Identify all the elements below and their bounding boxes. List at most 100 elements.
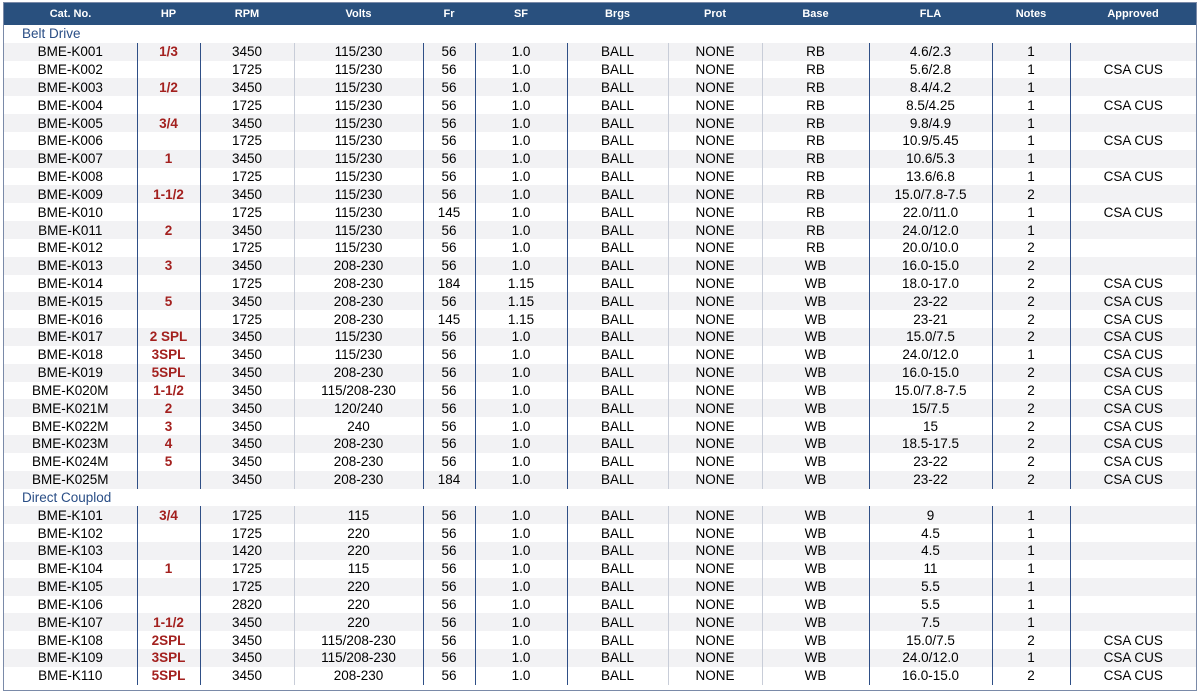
sf-cell: 1.0 bbox=[474, 238, 567, 257]
cat-no-cell: BME-K010 bbox=[4, 203, 137, 222]
fla-cell: 13.6/6.8 bbox=[868, 167, 992, 186]
table-row: BME-K006 1725 115/230 56 1.0 BALL NONE RB 10.9/5… bbox=[4, 131, 1196, 150]
base-cell: WB bbox=[761, 417, 869, 436]
rpm-cell: 3450 bbox=[199, 452, 294, 471]
notes-cell: 1 bbox=[991, 506, 1070, 525]
brgs-cell: BALL bbox=[566, 238, 668, 257]
notes-cell: 2 bbox=[991, 399, 1070, 418]
hp-cell bbox=[136, 524, 200, 543]
table-row: BME-K020M 1-1/2 3450 115/208-230 56 1.0 BALL NO… bbox=[4, 381, 1196, 400]
column-header-fla: FLA bbox=[869, 3, 992, 25]
cat-no-cell: BME-K013 bbox=[4, 256, 137, 275]
table-row: BME-K016 1725 208-230 145 1.15 BALL NONE WB 23-2… bbox=[4, 310, 1196, 329]
notes-cell: 1 bbox=[991, 221, 1070, 239]
fla-cell: 18.0-17.0 bbox=[868, 274, 992, 293]
prot-cell: NONE bbox=[667, 417, 762, 436]
approved-cell bbox=[1069, 524, 1196, 543]
fla-cell: 24.0/12.0 bbox=[868, 345, 992, 364]
fr-cell: 56 bbox=[422, 96, 475, 115]
fr-cell: 56 bbox=[422, 238, 475, 257]
fr-cell: 145 bbox=[422, 203, 475, 222]
brgs-cell: BALL bbox=[566, 470, 668, 489]
cat-no-cell: BME-K108 bbox=[4, 631, 137, 649]
fla-cell: 15.0/7.8-7.5 bbox=[868, 381, 992, 400]
fr-cell: 56 bbox=[422, 631, 475, 649]
base-cell: WB bbox=[761, 363, 869, 382]
volts-cell: 115 bbox=[293, 506, 423, 525]
approved-cell: CSA CUS bbox=[1069, 131, 1196, 150]
brgs-cell: BALL bbox=[566, 417, 668, 436]
cat-no-cell: BME-K101 bbox=[4, 506, 137, 525]
approved-cell: CSA CUS bbox=[1069, 363, 1196, 382]
prot-cell: NONE bbox=[667, 435, 762, 453]
sf-cell: 1.0 bbox=[474, 60, 567, 79]
hp-cell: 1 bbox=[136, 559, 200, 578]
motor-catalog-sheet: Cat. No. HP RPM Volts Fr SF Brgs Prot Base FLA Not… bbox=[3, 2, 1197, 691]
approved-cell: CSA CUS bbox=[1069, 328, 1196, 346]
approved-cell: CSA CUS bbox=[1069, 631, 1196, 649]
brgs-cell: BALL bbox=[566, 78, 668, 97]
cat-no-cell: BME-K007 bbox=[4, 149, 137, 168]
base-cell: WB bbox=[761, 470, 869, 489]
base-cell: RB bbox=[761, 149, 869, 168]
fr-cell: 56 bbox=[422, 613, 475, 632]
fr-cell: 56 bbox=[422, 399, 475, 418]
base-cell: WB bbox=[761, 506, 869, 525]
rpm-cell: 3450 bbox=[199, 149, 294, 168]
prot-cell: NONE bbox=[667, 577, 762, 596]
volts-cell: 220 bbox=[293, 577, 423, 596]
brgs-cell: BALL bbox=[566, 221, 668, 239]
base-cell: WB bbox=[761, 631, 869, 649]
sf-cell: 1.0 bbox=[474, 185, 567, 204]
sf-cell: 1.0 bbox=[474, 666, 567, 685]
volts-cell: 115/230 bbox=[293, 114, 423, 132]
approved-cell: CSA CUS bbox=[1069, 96, 1196, 115]
fr-cell: 56 bbox=[422, 542, 475, 560]
sf-cell: 1.0 bbox=[474, 131, 567, 150]
notes-cell: 1 bbox=[991, 613, 1070, 632]
brgs-cell: BALL bbox=[566, 167, 668, 186]
table-row: BME-K013 3 3450 208-230 56 1.0 BALL NONE WB 16.0-… bbox=[4, 256, 1196, 275]
hp-cell: 4 bbox=[136, 435, 200, 453]
fr-cell: 56 bbox=[422, 577, 475, 596]
rpm-cell: 3450 bbox=[199, 435, 294, 453]
table-body: Belt Drive BME-K001 1/3 3450 115/230 56 1.0 BAL… bbox=[4, 25, 1196, 685]
fr-cell: 56 bbox=[422, 452, 475, 471]
hp-cell bbox=[136, 470, 200, 489]
volts-cell: 115/230 bbox=[293, 238, 423, 257]
notes-cell: 2 bbox=[991, 238, 1070, 257]
fr-cell: 56 bbox=[422, 60, 475, 79]
rpm-cell: 3450 bbox=[199, 185, 294, 204]
cat-no-cell: BME-K021M bbox=[4, 399, 137, 418]
notes-cell: 2 bbox=[991, 470, 1070, 489]
fr-cell: 56 bbox=[422, 648, 475, 667]
approved-cell: CSA CUS bbox=[1069, 203, 1196, 222]
base-cell: WB bbox=[761, 310, 869, 329]
fr-cell: 56 bbox=[422, 328, 475, 346]
base-cell: WB bbox=[761, 524, 869, 543]
cat-no-cell: BME-K009 bbox=[4, 185, 137, 204]
table-row: BME-K009 1-1/2 3450 115/230 56 1.0 BALL NONE RB 1… bbox=[4, 185, 1196, 204]
fr-cell: 56 bbox=[422, 435, 475, 453]
rpm-cell: 1725 bbox=[199, 506, 294, 525]
base-cell: RB bbox=[761, 221, 869, 239]
column-header-approved: Approved bbox=[1070, 3, 1196, 25]
fr-cell: 184 bbox=[422, 470, 475, 489]
column-header-base: Base bbox=[762, 3, 869, 25]
volts-cell: 115/230 bbox=[293, 203, 423, 222]
sf-cell: 1.0 bbox=[474, 577, 567, 596]
rpm-cell: 3450 bbox=[199, 328, 294, 346]
fr-cell: 56 bbox=[422, 131, 475, 150]
rpm-cell: 1725 bbox=[199, 310, 294, 329]
cat-no-cell: BME-K011 bbox=[4, 221, 137, 239]
hp-cell bbox=[136, 577, 200, 596]
hp-cell: 5SPL bbox=[136, 363, 200, 382]
volts-cell: 115/208-230 bbox=[293, 381, 423, 400]
notes-cell: 1 bbox=[991, 96, 1070, 115]
rpm-cell: 1725 bbox=[199, 238, 294, 257]
notes-cell: 1 bbox=[991, 167, 1070, 186]
sf-cell: 1.0 bbox=[474, 381, 567, 400]
table-row: BME-K106 2820 220 56 1.0 BALL NONE WB 5.5 1 bbox=[4, 595, 1196, 614]
fla-cell: 16.0-15.0 bbox=[868, 256, 992, 275]
base-cell: RB bbox=[761, 185, 869, 204]
